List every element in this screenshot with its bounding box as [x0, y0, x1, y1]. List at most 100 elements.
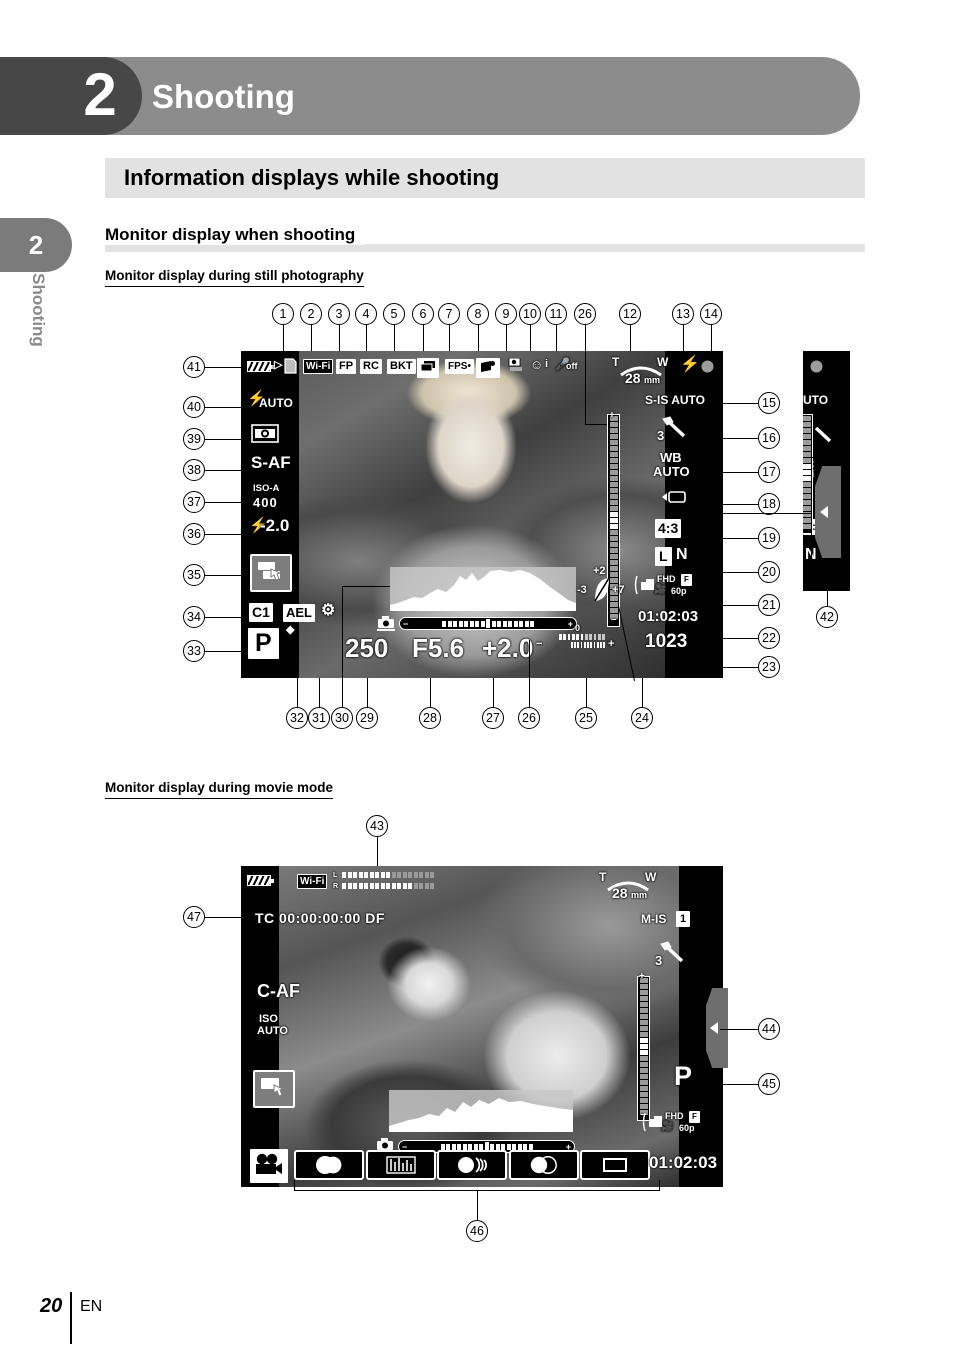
- callout-41: 41: [183, 356, 205, 378]
- lead-20: [713, 572, 758, 574]
- meter-minus-label: −: [536, 638, 543, 650]
- movie-quality-f-badge-movie: F: [689, 1111, 700, 1123]
- chapter-title: Shooting: [152, 78, 295, 115]
- still-photography-monitor: ▷ Wi-Fi FP RC BKT FPS• ☺ i 🎤 off T W 28 …: [241, 351, 723, 678]
- lead-41: [205, 367, 247, 369]
- shoot-mode-badge: P: [248, 628, 279, 659]
- movie-camera-icon: [250, 1149, 288, 1183]
- lead-47: [205, 917, 250, 919]
- lead-30: [342, 586, 344, 707]
- audio-level-meter-left: [342, 872, 437, 878]
- callout-42: 42: [816, 606, 838, 628]
- subsection-title: Monitor display when shooting: [105, 225, 364, 245]
- lead-18: [712, 504, 758, 506]
- callout-40: 40: [183, 396, 205, 418]
- subsection-rule: [105, 244, 865, 252]
- meter-zero-label: 0: [575, 623, 581, 633]
- movie-quality-fhd-label-movie: FHD: [665, 1111, 684, 1121]
- lead-2: [311, 325, 313, 351]
- callout-47: 47: [183, 906, 205, 928]
- callout-22: 22: [758, 627, 780, 649]
- gauge-plus-label: +: [609, 410, 615, 421]
- face-priority-icon: ☺: [530, 357, 544, 372]
- callout-38: 38: [183, 459, 205, 481]
- lead-13: [683, 325, 685, 351]
- lead-37: [205, 502, 250, 504]
- touch-shutter-icon[interactable]: [250, 554, 292, 592]
- iso-value-movie: AUTO: [257, 1025, 288, 1037]
- callout-7: 7: [438, 303, 460, 325]
- lead-26-bottom: [529, 640, 531, 707]
- callout-43: 43: [366, 815, 388, 837]
- image-size-badge: L: [655, 547, 672, 566]
- record-dot-icon-2: [810, 360, 823, 377]
- battery-icon: [247, 361, 274, 372]
- lead-25: [586, 678, 588, 707]
- aspect-ratio-badge: 4:3: [655, 519, 682, 538]
- callout-13: 13: [672, 303, 694, 325]
- record-time-remaining-movie: 01:02:03: [649, 1153, 718, 1172]
- art-fade-button[interactable]: [294, 1150, 364, 1180]
- flash-compensation-value: -2.0: [260, 516, 290, 535]
- callout-32: 32: [286, 707, 308, 729]
- callout-36: 36: [183, 523, 205, 545]
- wifi-badge-movie: Wi-Fi: [297, 874, 328, 889]
- art-filter-number: 3: [657, 428, 665, 443]
- off-button[interactable]: [580, 1150, 650, 1180]
- lead-10: [530, 325, 532, 351]
- ael-badge: AEL: [283, 604, 315, 622]
- flash-mode-label: AUTO: [259, 396, 293, 410]
- lead-4: [366, 325, 368, 351]
- af-mode-label: S-AF: [251, 453, 291, 472]
- image-stabilizer-label-movie: M-IS: [641, 912, 667, 926]
- slider-ticks: [442, 619, 534, 628]
- lead-44: [720, 1029, 758, 1031]
- highlight-value: +2: [593, 565, 606, 577]
- callout-9: 9: [495, 303, 517, 325]
- page-number: 20: [40, 1295, 63, 1317]
- callout-4: 4: [355, 303, 377, 325]
- lead-30-h: [342, 586, 390, 588]
- flash-bolt-icon: ⚡: [680, 356, 700, 373]
- lead-26-top: [585, 325, 587, 425]
- battery-small-icon: [660, 491, 686, 508]
- lead-1: [283, 325, 285, 351]
- lead-24: [642, 678, 644, 707]
- lead-6: [423, 325, 425, 351]
- keystone-icon: [476, 358, 500, 378]
- callout-6: 6: [412, 303, 434, 325]
- record-time-remaining: 01:02:03: [638, 608, 699, 625]
- callout-15: 15: [758, 392, 780, 414]
- movie-teleconverter-button[interactable]: [366, 1150, 436, 1180]
- flap-arrow-icon-movie: [710, 1022, 718, 1034]
- shots-remaining: 1023: [645, 631, 688, 652]
- movie-quality-fhd-label: FHD: [657, 574, 676, 584]
- callout-45: 45: [758, 1073, 780, 1095]
- lead-12: [630, 325, 632, 351]
- focal-length-unit-movie: mm: [631, 890, 648, 900]
- chapter-number: 2: [83, 61, 117, 128]
- exposure-meter: [547, 634, 606, 652]
- image-stabilizer-label: S-IS AUTO: [645, 393, 706, 407]
- exposure-level-gauge-movie: [637, 976, 650, 1121]
- aperture-value: F5.6: [412, 633, 465, 663]
- callout-2: 2: [300, 303, 322, 325]
- callout-30: 30: [331, 707, 353, 729]
- lead-23: [713, 667, 758, 669]
- exposure-slider[interactable]: − +: [399, 617, 577, 630]
- card-arrow-icon: ▷: [274, 359, 283, 371]
- callout-29: 29: [356, 707, 378, 729]
- callout-31: 31: [308, 707, 330, 729]
- lead-8: [478, 325, 480, 351]
- lead-27: [493, 678, 495, 707]
- lead-22: [713, 638, 758, 640]
- touch-shutter-icon-movie[interactable]: [253, 1070, 295, 1108]
- lead-32: [297, 678, 299, 707]
- echo-button[interactable]: [437, 1150, 507, 1180]
- card-icon: [284, 358, 297, 378]
- multi-echo-button[interactable]: [509, 1150, 579, 1180]
- lead-3: [339, 325, 341, 351]
- lead-7: [449, 325, 451, 351]
- lead-26-top-h: [585, 424, 607, 426]
- callout-46: 46: [466, 1220, 488, 1242]
